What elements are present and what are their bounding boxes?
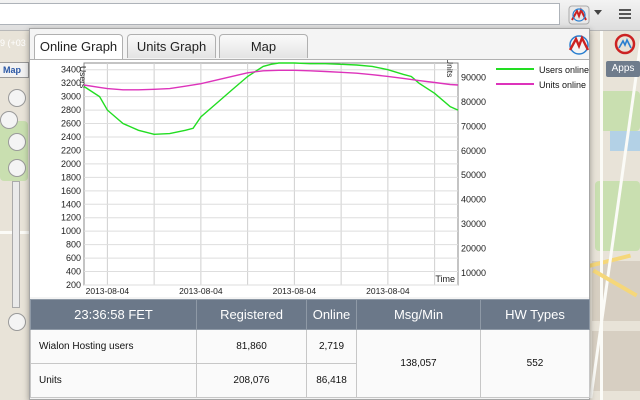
y-tick-label-right: 30000 bbox=[461, 219, 486, 229]
y-tick-label-right: 60000 bbox=[461, 146, 486, 156]
y-tick-label-left: 2400 bbox=[61, 132, 81, 142]
zoom-slider[interactable] bbox=[12, 181, 20, 308]
pan-left-icon[interactable] bbox=[0, 111, 18, 129]
y-tick-label-left: 1600 bbox=[61, 186, 81, 196]
apps-button[interactable]: Apps bbox=[606, 61, 640, 77]
col-msg-per-min: Msg/Min bbox=[356, 299, 481, 330]
col-registered: Registered bbox=[196, 299, 307, 330]
y-tick-label-left: 2000 bbox=[61, 159, 81, 169]
y-tick-label-right: 20000 bbox=[461, 243, 486, 253]
y-tick-label-right: 90000 bbox=[461, 73, 486, 83]
address-bar[interactable] bbox=[0, 3, 560, 25]
y-tick-label-right: 70000 bbox=[461, 121, 486, 131]
users-online: 2,719 bbox=[306, 329, 357, 364]
map-controls bbox=[0, 31, 28, 400]
tab-units-graph[interactable]: Units Graph bbox=[127, 34, 216, 58]
tab-map[interactable]: Map bbox=[219, 34, 308, 58]
online-graph: 200 400 600 800 1000 1200 1400 1600 1800 2000 2200… bbox=[30, 60, 589, 297]
row-label-users: Wialon Hosting users bbox=[30, 329, 197, 364]
extension-dropdown-icon[interactable] bbox=[594, 10, 602, 15]
server-time: 23:36:58 FET bbox=[30, 299, 197, 330]
legend-label: Units online bbox=[539, 80, 586, 90]
y-tick-label-right: 40000 bbox=[461, 195, 486, 205]
y-tick-label-left: 3200 bbox=[61, 78, 81, 88]
x-axis-label: Time bbox=[435, 274, 455, 284]
browser-toolbar bbox=[0, 0, 640, 31]
row-label-units: Units bbox=[30, 363, 197, 398]
y-tick-label-right: 80000 bbox=[461, 97, 486, 107]
pan-down-icon[interactable] bbox=[8, 133, 26, 151]
wialon-logo-icon bbox=[566, 33, 592, 57]
extension-popup: Online Graph Units Graph Map 200 400 600 80… bbox=[29, 28, 590, 400]
y-tick-label-left: 1800 bbox=[61, 172, 81, 182]
y-tick-label-left: 2200 bbox=[61, 145, 81, 155]
units-online: 86,418 bbox=[306, 363, 357, 398]
msg-per-min-value: 138,057 bbox=[356, 329, 481, 398]
y-tick-label-left: 1400 bbox=[61, 199, 81, 209]
y-tick-label-left: 600 bbox=[66, 253, 81, 263]
col-online: Online bbox=[306, 299, 357, 330]
legend-label: Users online bbox=[539, 65, 589, 75]
map-tab-fragment[interactable]: Map bbox=[0, 62, 29, 78]
y-tick-label-left: 2800 bbox=[61, 105, 81, 115]
x-tick-label: 00:00:00 bbox=[91, 295, 124, 297]
online-graph-chart: 200 400 600 800 1000 1200 1400 1600 1800 2000 2200… bbox=[61, 60, 589, 297]
stats-header-row: 23:36:58 FET Registered Online Msg/Min H… bbox=[30, 299, 590, 330]
wialon-logo-icon[interactable] bbox=[614, 33, 636, 55]
y-tick-label-left: 400 bbox=[66, 267, 81, 277]
x-tick-label: 12:00:00 bbox=[278, 295, 311, 297]
y-tick-label-left: 800 bbox=[66, 240, 81, 250]
tab-online-graph[interactable]: Online Graph bbox=[34, 34, 123, 60]
y-tick-label-right: 50000 bbox=[461, 170, 486, 180]
table-row: Wialon Hosting users 81,860 2,719 138,05… bbox=[30, 329, 590, 398]
col-hw-types: HW Types bbox=[480, 299, 590, 330]
hw-types-value: 552 bbox=[480, 329, 590, 398]
users-registered: 81,860 bbox=[196, 329, 307, 364]
x-tick-label: 18:00:00 bbox=[371, 295, 404, 297]
timezone-text: 9 (+03 bbox=[0, 38, 26, 48]
browser-menu-icon[interactable] bbox=[614, 3, 636, 25]
y-tick-label-left: 3400 bbox=[61, 65, 81, 75]
y-tick-label-left: 1000 bbox=[61, 226, 81, 236]
y-tick-label-left: 200 bbox=[66, 280, 81, 290]
y-tick-label-left: 1200 bbox=[61, 213, 81, 223]
y-tick-label-left: 3000 bbox=[61, 92, 81, 102]
units-registered: 208,076 bbox=[196, 363, 307, 398]
y-tick-label-right: 10000 bbox=[461, 268, 486, 278]
y-axis-label-right: Units bbox=[445, 60, 455, 77]
zoom-in-icon[interactable] bbox=[8, 159, 26, 177]
y-tick-label-left: 2600 bbox=[61, 119, 81, 129]
x-tick-label: 06:00:00 bbox=[184, 295, 217, 297]
wialon-extension-icon[interactable] bbox=[568, 5, 590, 25]
zoom-out-icon[interactable] bbox=[8, 313, 26, 331]
pan-up-icon[interactable] bbox=[8, 89, 26, 107]
stats-table: 23:36:58 FET Registered Online Msg/Min H… bbox=[30, 299, 590, 398]
